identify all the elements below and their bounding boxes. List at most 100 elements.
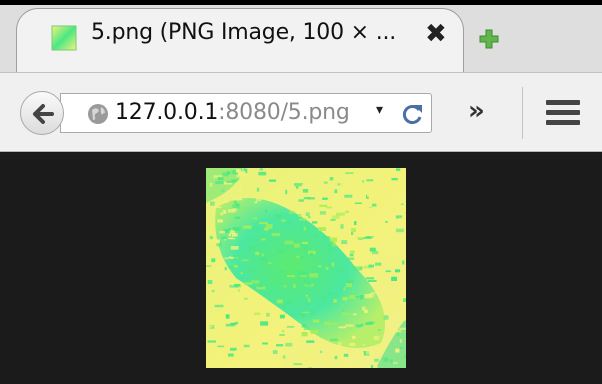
image-speckle <box>235 350 239 354</box>
image-speckle <box>367 194 372 198</box>
image-speckle <box>296 255 300 259</box>
image-speckle <box>224 267 227 271</box>
image-speckle <box>225 314 230 319</box>
image-speckle <box>234 312 241 317</box>
image-speckle <box>279 314 285 319</box>
image-speckle <box>362 180 365 183</box>
image-speckle <box>393 362 398 365</box>
image-speckle <box>386 189 391 192</box>
image-speckle <box>307 297 311 303</box>
image-speckle <box>345 172 354 174</box>
image-thumbnail-icon <box>51 25 77 51</box>
image-speckle <box>375 221 380 224</box>
image-speckle <box>373 335 380 341</box>
image-speckle <box>257 283 263 288</box>
image-speckle <box>284 240 294 245</box>
image-speckle <box>345 324 354 327</box>
url-history-dropdown-button[interactable]: ▾ <box>376 102 383 118</box>
window-top-border <box>0 0 602 5</box>
image-speckle <box>307 197 315 200</box>
image-speckle <box>234 293 238 298</box>
image-speckle <box>362 343 366 346</box>
image-speckle <box>345 210 349 214</box>
image-speckle <box>207 319 213 323</box>
image-speckle <box>393 330 402 333</box>
url-bar[interactable]: 127.0.0.1:8080/5.png ▾ <box>60 93 432 133</box>
image-speckle <box>399 185 404 188</box>
image-speckle <box>353 313 357 316</box>
image-speckle <box>282 355 286 359</box>
image-speckle <box>402 260 405 265</box>
image-speckle <box>294 183 303 187</box>
image-speckle <box>228 256 231 259</box>
image-speckle <box>329 237 338 242</box>
image-speckle <box>339 356 343 361</box>
image-speckle <box>326 248 334 252</box>
tab-active[interactable]: 5.png (PNG Image, 100 × ... ✖ <box>16 8 464 76</box>
image-speckle <box>278 184 284 187</box>
image-speckle <box>360 295 364 300</box>
back-button[interactable] <box>20 91 64 135</box>
chevron-double-right-icon[interactable]: » <box>468 98 485 124</box>
image-speckle <box>385 270 391 273</box>
image-speckle <box>302 169 306 174</box>
image-speckle <box>304 280 307 283</box>
reload-icon[interactable] <box>401 102 425 126</box>
image-speckle <box>395 348 400 353</box>
image-speckle <box>306 340 315 343</box>
image-speckle <box>369 247 376 252</box>
image-speckle <box>403 309 406 313</box>
menu-bar-line <box>546 110 580 115</box>
new-tab-puzzle-icon[interactable] <box>478 28 500 50</box>
image-speckle <box>234 216 241 219</box>
image-speckle <box>240 272 243 274</box>
image-speckle <box>367 207 374 211</box>
image-speckle <box>207 268 212 272</box>
image-speckle <box>403 317 406 321</box>
image-speckle <box>276 344 284 347</box>
image-speckle <box>240 311 244 316</box>
image-speckle <box>385 220 388 223</box>
image-speckle <box>352 335 356 339</box>
image-speckle <box>276 299 283 304</box>
image-speckle <box>308 216 311 219</box>
image-speckle <box>252 227 260 230</box>
image-speckle <box>219 351 226 357</box>
image-speckle <box>255 251 260 256</box>
image-speckle <box>304 178 309 182</box>
image-speckle <box>383 315 389 320</box>
image-speckle <box>310 311 316 316</box>
image-speckle <box>391 178 398 181</box>
image-speckle <box>234 321 239 325</box>
image-speckle <box>342 312 351 315</box>
image-speckle <box>305 294 308 297</box>
image-speckle <box>293 284 296 288</box>
image-speckle <box>269 179 276 182</box>
image-speckle <box>309 183 319 186</box>
image-speckle <box>302 311 310 314</box>
image-speckle <box>235 340 241 343</box>
image-speckle <box>396 168 401 171</box>
image-speckle <box>280 270 285 273</box>
image-speckle <box>388 274 392 278</box>
image-speckle <box>389 191 397 195</box>
image-speckle <box>361 351 364 356</box>
image-speckle <box>285 222 292 224</box>
image-speckle <box>272 173 275 178</box>
image-speckle <box>322 236 330 240</box>
image-speckle <box>340 224 344 229</box>
navigation-toolbar: 127.0.0.1:8080/5.png ▾ » <box>0 72 602 152</box>
image-speckle <box>365 277 375 280</box>
displayed-image <box>206 168 406 368</box>
image-speckle <box>378 329 381 331</box>
tab-close-button[interactable]: ✖ <box>425 21 447 47</box>
image-speckle <box>206 231 213 234</box>
hamburger-menu-icon[interactable] <box>546 100 580 126</box>
image-speckle <box>312 319 320 323</box>
image-speckle <box>332 242 337 247</box>
image-speckle <box>383 236 388 240</box>
image-speckle <box>306 359 310 362</box>
image-speckle <box>379 344 387 348</box>
image-speckle <box>293 243 300 248</box>
image-speckle <box>327 291 333 295</box>
